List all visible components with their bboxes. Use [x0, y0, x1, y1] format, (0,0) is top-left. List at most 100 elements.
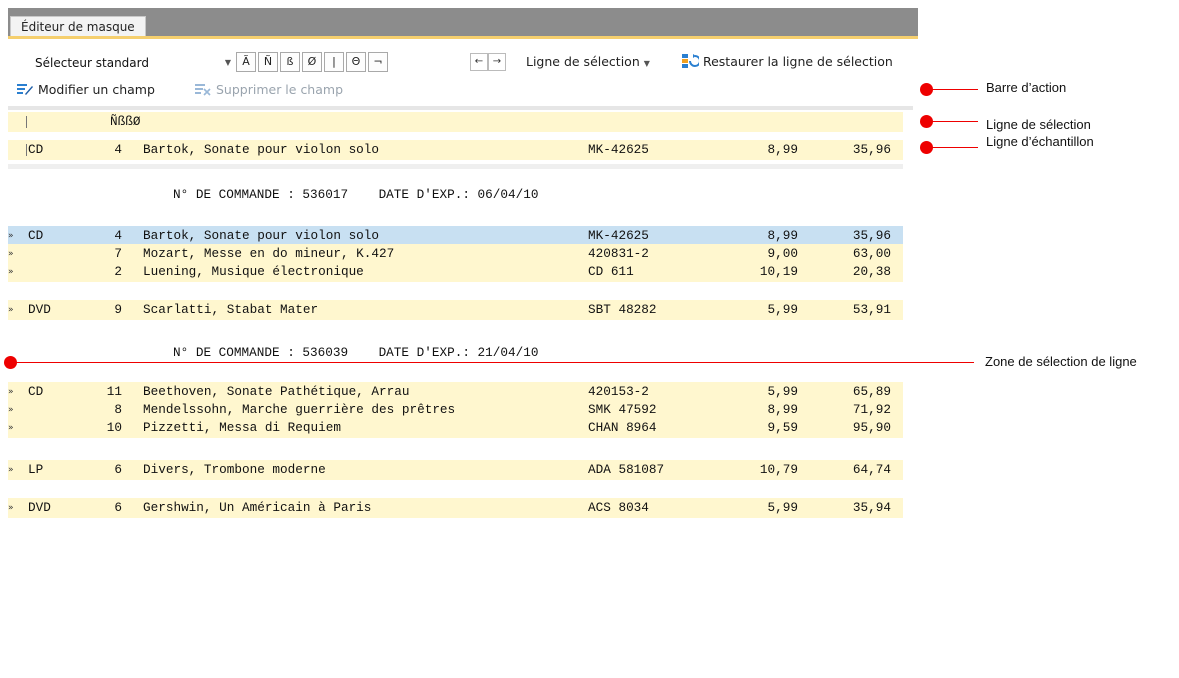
selector-value: Sélecteur standard: [35, 56, 149, 70]
char-button-theta[interactable]: Θ: [346, 52, 366, 72]
selection-line[interactable]: ÑßßØ: [8, 112, 903, 132]
selection-line-dropdown[interactable]: Ligne de sélection ▼: [526, 52, 650, 74]
callout-label-line-selection-zone: Zone de sélection de ligne: [985, 354, 1137, 369]
table-row[interactable]: » 10 Pizzetti, Messa di Requiem CHAN 896…: [8, 418, 903, 438]
cell-ref: 420831-2: [588, 246, 649, 261]
callout-line-sample-line: [932, 147, 978, 148]
cell-price: 5,99: [767, 384, 798, 399]
cell-type: DVD: [28, 500, 51, 515]
cell-total: 64,74: [852, 462, 891, 477]
order-header: N° DE COMMANDE : 536017 DATE D'EXP.: 06/…: [8, 184, 903, 206]
cell-title: Bartok, Sonate pour violon solo: [143, 142, 380, 157]
cell-total: 65,89: [852, 384, 891, 399]
chevron-down-icon: ▼: [643, 59, 650, 68]
cell-total: 63,00: [852, 246, 891, 261]
cell-title: Divers, Trombone moderne: [143, 462, 326, 477]
callout-line-action-bar: [932, 89, 978, 90]
delete-field-label: Supprimer le champ: [215, 82, 344, 97]
cell-type: LP: [28, 462, 44, 477]
cell-price: 8,99: [767, 228, 798, 243]
cell-price: 8,99: [767, 142, 798, 157]
cell-type: CD: [28, 142, 44, 157]
row-marker[interactable]: »: [8, 400, 26, 420]
cell-qty: 6: [114, 462, 122, 477]
row-marker[interactable]: »: [8, 226, 26, 246]
modify-field-button[interactable]: Modifier un champ: [16, 80, 155, 100]
tab-mask-editor[interactable]: Éditeur de masque: [10, 16, 146, 37]
cell-qty: 8: [114, 402, 122, 417]
cell-total: 71,92: [852, 402, 891, 417]
cell-ref: ADA 581087: [588, 462, 665, 477]
cell-qty: 7: [114, 246, 122, 261]
cell-ref: MK-42625: [588, 142, 649, 157]
chevron-down-icon: ▼: [224, 58, 231, 67]
delete-field-button[interactable]: Supprimer le champ: [194, 80, 343, 100]
cell-type: CD: [28, 228, 44, 243]
char-button-o-slash[interactable]: Ø: [302, 52, 322, 72]
cell-price: 8,99: [767, 402, 798, 417]
cell-total: 53,91: [852, 302, 891, 317]
row-edge: [26, 116, 27, 128]
cell-ref: ACS 8034: [588, 500, 649, 515]
callout-label-selection-line: Ligne de sélection: [986, 117, 1091, 132]
cell-qty: 9: [114, 302, 122, 317]
row-marker[interactable]: »: [8, 498, 26, 518]
callout-label-action-bar: Barre d’action: [986, 80, 1067, 95]
cell-title: Luening, Musique électronique: [143, 264, 364, 279]
cell-type: CD: [28, 384, 44, 399]
sample-line[interactable]: CD 4 Bartok, Sonate pour violon solo MK-…: [8, 140, 903, 160]
row-marker[interactable]: »: [8, 418, 26, 438]
tab-bar: Éditeur de masque: [8, 8, 918, 37]
table-row[interactable]: » DVD 9 Scarlatti, Stabat Mater SBT 4828…: [8, 300, 903, 320]
edit-field-icon: [17, 84, 33, 95]
cell-total: 20,38: [852, 264, 891, 279]
cell-title: Scarlatti, Stabat Mater: [143, 302, 319, 317]
arrow-right-button[interactable]: →: [488, 53, 506, 71]
selector-dropdown[interactable]: Sélecteur standard ▼: [30, 52, 236, 74]
char-button-not[interactable]: ¬: [368, 52, 388, 72]
cell-ref: CHAN 8964: [588, 420, 657, 435]
table-row[interactable]: » 2 Luening, Musique électronique CD 611…: [8, 262, 903, 282]
cell-price: 5,99: [767, 500, 798, 515]
table-row[interactable]: » DVD 6 Gershwin, Un Américain à Paris A…: [8, 498, 903, 518]
cell-qty: 6: [114, 500, 122, 515]
row-marker[interactable]: »: [8, 382, 26, 402]
table-row[interactable]: » LP 6 Divers, Trombone moderne ADA 5810…: [8, 460, 903, 480]
cell-price: 9,00: [767, 246, 798, 261]
table-row[interactable]: » 7 Mozart, Messe en do mineur, K.427 42…: [8, 244, 903, 264]
table-row[interactable]: » 8 Mendelssohn, Marche guerrière des pr…: [8, 400, 903, 420]
table-row[interactable]: » CD 4 Bartok, Sonate pour violon solo M…: [8, 226, 903, 246]
row-marker[interactable]: »: [8, 244, 26, 264]
char-button-pipe[interactable]: |: [324, 52, 344, 72]
char-button-eszett[interactable]: ß: [280, 52, 300, 72]
row-marker[interactable]: »: [8, 460, 26, 480]
restore-selection-line-button[interactable]: Restaurer la ligne de sélection: [681, 52, 893, 72]
char-button-a-tilde[interactable]: Ã: [236, 52, 256, 72]
order-header-text: N° DE COMMANDE : 536039 DATE D'EXP.: 21/…: [173, 345, 539, 360]
cell-qty: 4: [114, 142, 122, 157]
row-edge: [26, 144, 27, 156]
action-bar: Modifier un champ Supprimer le champ: [8, 80, 918, 102]
cell-total: 35,96: [852, 228, 891, 243]
toolbar-row-1: Sélecteur standard ▼ Ã Ñ ß Ø | Θ ¬ ← → L…: [8, 52, 918, 74]
table-row[interactable]: » CD 11 Beethoven, Sonate Pathétique, Ar…: [8, 382, 903, 402]
cell-title: Bartok, Sonate pour violon solo: [143, 228, 380, 243]
cell-qty: 4: [114, 228, 122, 243]
cell-ref: CD 611: [588, 264, 634, 279]
char-button-n-tilde[interactable]: Ñ: [258, 52, 278, 72]
cell-title: Mozart, Messe en do mineur, K.427: [143, 246, 395, 261]
cell-qty: 11: [106, 384, 122, 399]
cell-title: Gershwin, Un Américain à Paris: [143, 500, 372, 515]
cell-title: Pizzetti, Messa di Requiem: [143, 420, 341, 435]
cell-title: Beethoven, Sonate Pathétique, Arrau: [143, 384, 410, 399]
cell-price: 5,99: [767, 302, 798, 317]
row-marker[interactable]: »: [8, 262, 26, 282]
cell-price: 9,59: [767, 420, 798, 435]
cell-ref: 420153-2: [588, 384, 649, 399]
arrow-left-button[interactable]: ←: [470, 53, 488, 71]
cell-qty: 2: [114, 264, 122, 279]
cell-ref: MK-42625: [588, 228, 649, 243]
cell-ref: SBT 48282: [588, 302, 657, 317]
selection-line-text: ÑßßØ: [110, 114, 141, 129]
row-marker[interactable]: »: [8, 300, 26, 320]
